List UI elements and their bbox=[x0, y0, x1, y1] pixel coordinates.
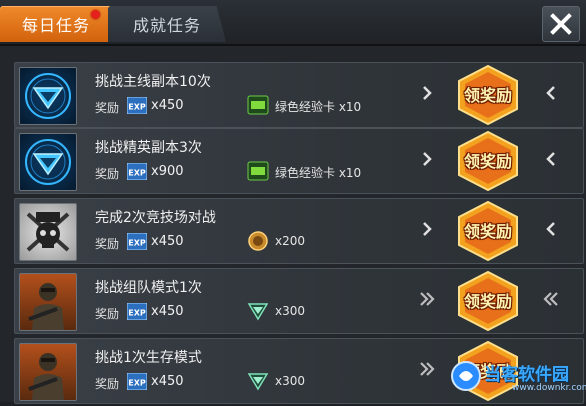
claim-reward-button[interactable]: 领奖励 bbox=[455, 200, 521, 262]
watermark-name: 当客软件园 bbox=[484, 365, 569, 385]
chevron-left-icon bbox=[546, 152, 555, 166]
claim-reward-label: 领奖励 bbox=[463, 86, 512, 105]
task-title: 挑战1次生存模式 bbox=[95, 350, 202, 366]
exp-amount: x450 bbox=[151, 374, 184, 389]
exp-amount: x450 bbox=[151, 234, 184, 249]
tab-achievement-label: 成就任务 bbox=[132, 16, 201, 35]
exp-icon: EXP bbox=[127, 373, 147, 390]
double-chevron-right-icon bbox=[420, 362, 435, 376]
task-row: 挑战精英副本3次 奖励 EXP x900 绿色经验卡 x10 领奖励 bbox=[14, 128, 584, 194]
reward-label: 奖励 bbox=[95, 377, 120, 391]
chevron-left-icon bbox=[546, 222, 555, 236]
tab-achievement-tasks[interactable]: 成就任务 bbox=[108, 6, 226, 42]
claim-reward-label: 领奖励 bbox=[463, 292, 512, 311]
claim-reward-button[interactable]: 领奖励 bbox=[455, 130, 521, 192]
reward-label: 奖励 bbox=[95, 307, 120, 321]
blue-triangle-emblem-icon bbox=[19, 133, 77, 191]
site-watermark: 当客软件园 www.downkr.com bbox=[450, 356, 586, 402]
watermark-url: www.downkr.com bbox=[512, 383, 586, 393]
pk-medal-icon bbox=[248, 231, 268, 251]
claim-reward-button[interactable]: 领奖励 bbox=[455, 270, 521, 332]
tab-daily-label: 每日任务 bbox=[21, 16, 90, 35]
task-title: 完成2次竞技场对战 bbox=[95, 210, 216, 226]
extra-reward: x300 bbox=[275, 304, 306, 318]
task-title: 挑战精英副本3次 bbox=[95, 140, 202, 156]
green-exp-card-icon bbox=[247, 95, 269, 115]
extra-reward: 绿色经验卡 x10 bbox=[275, 166, 362, 180]
soldier-portrait-icon bbox=[19, 273, 77, 331]
task-title: 挑战组队模式1次 bbox=[95, 280, 202, 296]
green-exp-card-icon bbox=[247, 161, 269, 181]
green-chevron-badge-icon bbox=[247, 373, 269, 391]
double-chevron-left-icon bbox=[543, 292, 558, 306]
exp-icon: EXP bbox=[127, 97, 147, 114]
task-row: 挑战组队模式1次 奖励 EXP x450 x300 领奖励 bbox=[14, 268, 584, 334]
exp-icon-text: EXP bbox=[128, 309, 146, 318]
claim-reward-label: 领奖励 bbox=[463, 222, 512, 241]
exp-icon: EXP bbox=[127, 233, 147, 250]
exp-icon-text: EXP bbox=[128, 239, 146, 248]
close-button[interactable] bbox=[542, 6, 580, 42]
notification-dot bbox=[91, 10, 100, 19]
exp-amount: x450 bbox=[151, 98, 184, 113]
exp-icon-text: EXP bbox=[128, 379, 146, 388]
claim-reward-label: 领奖励 bbox=[463, 152, 512, 171]
exp-amount: x450 bbox=[151, 304, 184, 319]
blue-triangle-emblem-icon bbox=[19, 67, 77, 125]
claim-reward-button[interactable]: 领奖励 bbox=[455, 64, 521, 126]
chevron-left-icon bbox=[546, 86, 555, 100]
reward-label: 奖励 bbox=[95, 167, 120, 181]
chevron-right-icon bbox=[423, 152, 432, 166]
exp-icon: EXP bbox=[127, 303, 147, 320]
soldier-portrait-icon bbox=[19, 343, 77, 401]
exp-icon-text: EXP bbox=[128, 103, 146, 112]
close-icon bbox=[550, 13, 572, 35]
green-chevron-badge-icon bbox=[247, 303, 269, 321]
chevron-right-icon bbox=[423, 222, 432, 236]
elite-skull-emblem-icon bbox=[19, 203, 77, 261]
double-chevron-right-icon bbox=[420, 292, 435, 306]
extra-reward: x200 bbox=[275, 234, 306, 248]
exp-amount: x900 bbox=[151, 164, 184, 179]
extra-reward: x300 bbox=[275, 374, 306, 388]
task-row: 挑战主线副本10次 奖励 EXP x450 绿色经验卡 x10 领奖励 bbox=[14, 62, 584, 128]
extra-reward: 绿色经验卡 x10 bbox=[275, 100, 362, 114]
task-title: 挑战主线副本10次 bbox=[95, 74, 211, 90]
watermark-logo-icon bbox=[451, 361, 481, 391]
reward-label: 奖励 bbox=[95, 101, 120, 115]
reward-label: 奖励 bbox=[95, 237, 120, 251]
exp-icon-text: EXP bbox=[128, 169, 146, 178]
task-row: 完成2次竞技场对战 奖励 EXP x450 x200 领奖励 bbox=[14, 198, 584, 264]
chevron-right-icon bbox=[423, 86, 432, 100]
tab-bar: 每日任务 成就任务 bbox=[0, 0, 586, 46]
exp-icon: EXP bbox=[127, 163, 147, 180]
